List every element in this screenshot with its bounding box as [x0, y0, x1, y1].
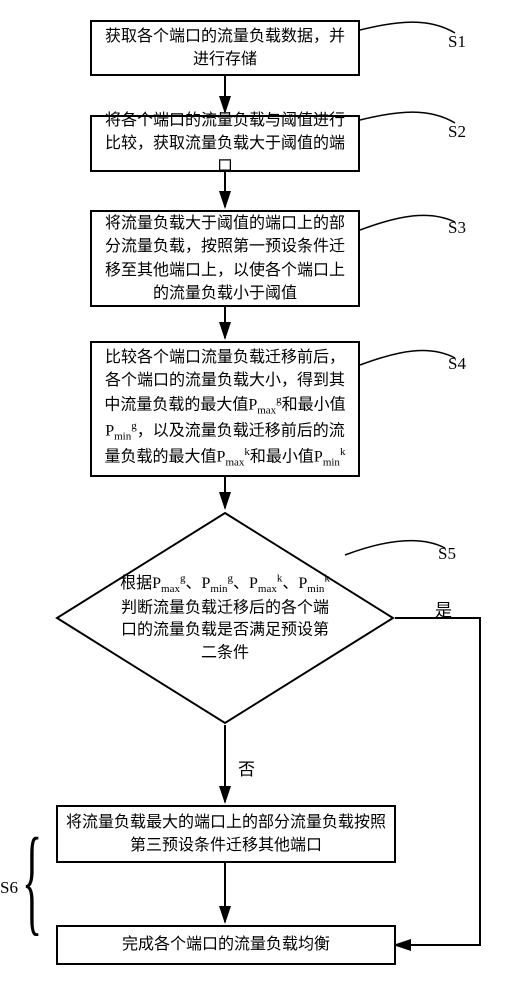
step-s1: 获取各个端口的流量负载数据，并进行存储: [90, 20, 360, 76]
edge-label-no: 否: [238, 755, 255, 780]
label-s5: S5: [438, 544, 456, 564]
step-s6a-text: 将流量负载最大的端口上的部分流量负载按照第三预设条件迁移其他端口: [66, 811, 386, 857]
label-s6: S6: [0, 878, 18, 898]
label-s3: S3: [448, 218, 466, 238]
flowchart-canvas: 获取各个端口的流量负载数据，并进行存储 S1 将各个端口的流量负载与阈值进行比较…: [0, 0, 517, 1000]
decision-s5: 根据Pmaxg、Pming、Pmaxk、Pmink判断流量负载迁移后的各个端口的…: [55, 511, 395, 725]
brace-s6: {: [22, 820, 42, 940]
step-s4-text: 比较各个端口流量负载迁移前后，各个端口的流量负载大小，得到其中流量负载的最大值P…: [100, 346, 350, 472]
step-s6a: 将流量负载最大的端口上的部分流量负载按照第三预设条件迁移其他端口: [56, 805, 396, 863]
step-s4: 比较各个端口流量负载迁移前后，各个端口的流量负载大小，得到其中流量负载的最大值P…: [90, 341, 360, 477]
decision-s5-text: 根据Pmaxg、Pming、Pmaxk、Pmink判断流量负载迁移后的各个端口的…: [55, 571, 395, 664]
label-s1: S1: [448, 32, 466, 52]
step-s2: 将各个端口的流量负载与阈值进行比较，获取流量负载大于阈值的端口: [90, 115, 360, 172]
step-s1-text: 获取各个端口的流量负载数据，并进行存储: [100, 25, 350, 71]
step-s6b: 完成各个端口的流量负载均衡: [56, 925, 396, 965]
step-s3-text: 将流量负载大于阈值的端口上的部分流量负载，按照第一预设条件迁移至其他端口上，以使…: [100, 212, 350, 305]
edge-label-yes: 是: [435, 596, 452, 621]
label-s4: S4: [448, 354, 466, 374]
step-s3: 将流量负载大于阈值的端口上的部分流量负载，按照第一预设条件迁移至其他端口上，以使…: [90, 210, 360, 307]
step-s6b-text: 完成各个端口的流量负载均衡: [122, 933, 330, 956]
label-s2: S2: [448, 122, 466, 142]
step-s2-text: 将各个端口的流量负载与阈值进行比较，获取流量负载大于阈值的端口: [100, 109, 350, 179]
